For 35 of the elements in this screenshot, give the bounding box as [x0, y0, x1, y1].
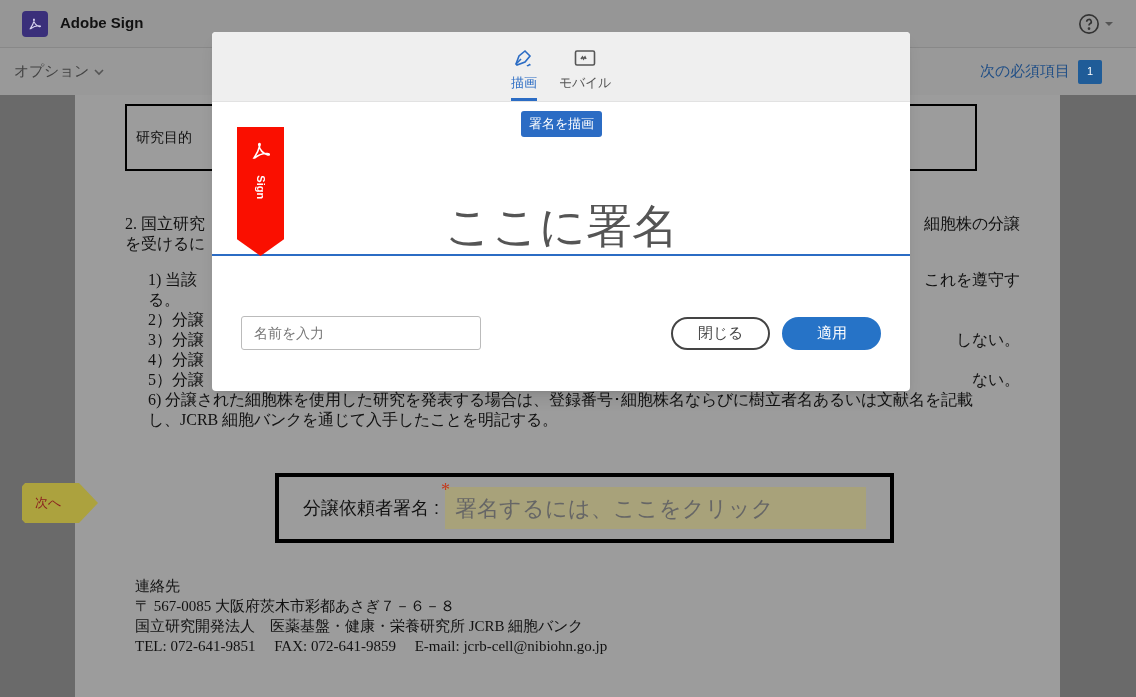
dialog-tab[interactable]: モバイル: [559, 45, 611, 101]
contact-line: 連絡先: [135, 577, 181, 596]
signature-label: 分譲依頼者署名 :: [303, 496, 439, 520]
dialog-button[interactable]: 適用: [782, 316, 881, 350]
help-button[interactable]: [1078, 12, 1114, 35]
tooltip: 署名を描画: [520, 111, 602, 137]
document-text: 6) 分譲された細胞株を使用した研究を発表する場合は、登録番号･細胞株名ならびに樹立者名あるいは文献名を記載: [148, 390, 974, 410]
document-text: を受けるに: [125, 234, 205, 254]
document-text: 3）分譲: [148, 330, 204, 350]
document-text: しない。: [956, 330, 1020, 350]
document-text: ない。: [972, 370, 1020, 390]
signature-hint: ここに署名: [444, 198, 678, 254]
document-text: 5）分譲: [148, 370, 204, 390]
options-menu[interactable]: オプション: [14, 60, 105, 83]
dialog-tab[interactable]: 描画: [511, 45, 537, 101]
name-input[interactable]: 名前を入力: [241, 316, 481, 351]
app-logo-icon: [22, 10, 48, 37]
contact-line: TEL: 072-641-9851 FAX: 072-641-9859 E-mail: jcrb-cell@nibiohn.go.jp: [135, 637, 609, 656]
count-badge: 1: [1078, 59, 1102, 84]
document-text: る。: [148, 290, 180, 310]
document-text: 細胞株の分譲: [924, 214, 1020, 234]
document-text: し、JCRB 細胞バンクを通じて入手したことを明記する。: [148, 410, 559, 430]
document-text: 2. 国立研究: [125, 214, 205, 234]
ribbon-label: Sign: [253, 175, 268, 200]
document-text: これを遵守す: [924, 270, 1020, 290]
dialog-button[interactable]: 閉じる: [671, 316, 770, 350]
contact-line: 国立研究開発法人 医薬基盤・健康・栄養研究所 JCRB 細胞バンク: [135, 617, 585, 636]
purpose-label: 研究目的: [136, 128, 192, 147]
help-icon: [1078, 12, 1100, 35]
document-text: 1) 当該: [148, 270, 198, 290]
contact-line: 〒 567-0085 大阪府茨木市彩都あさぎ７－６－８: [135, 597, 456, 616]
document-text: 4）分譲: [148, 350, 204, 370]
next-required-link[interactable]: 次の必須項目: [980, 60, 1070, 83]
app-title: Adobe Sign: [60, 13, 144, 34]
document-text: 2）分譲: [148, 310, 204, 330]
